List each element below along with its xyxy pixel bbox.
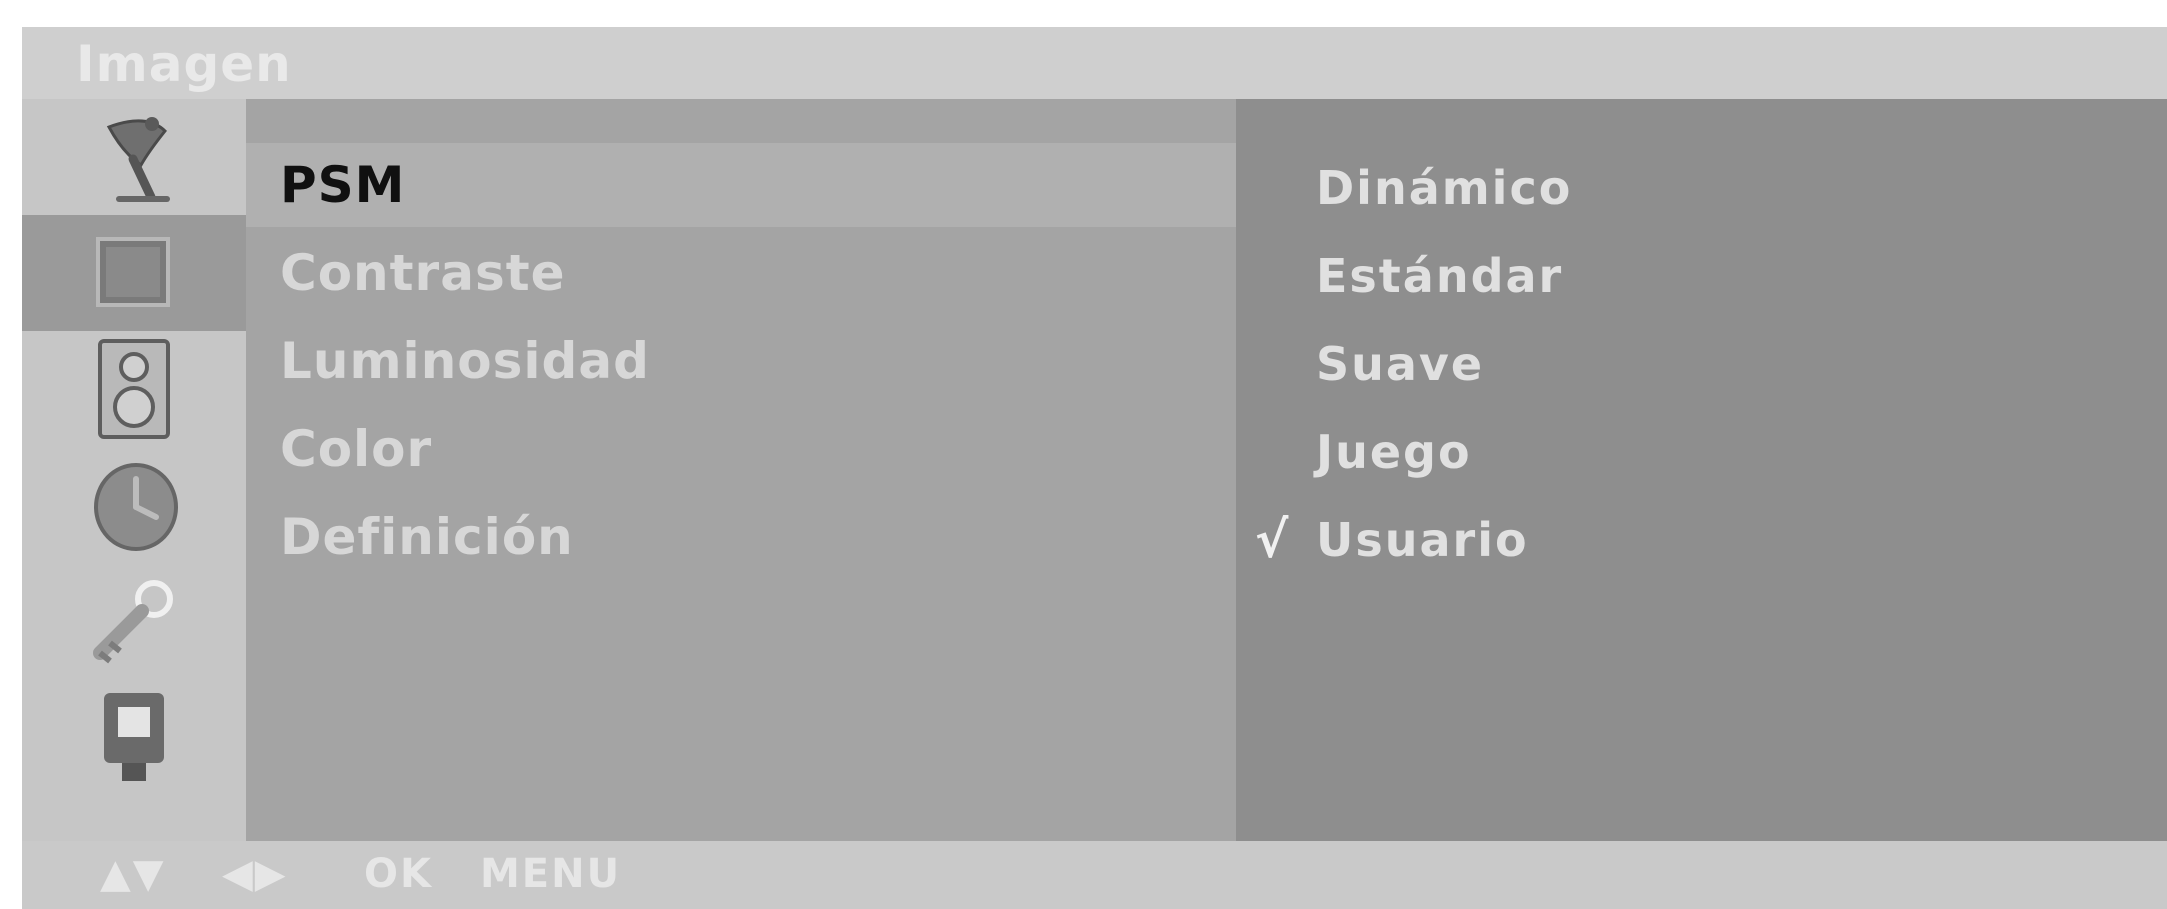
category-station[interactable] xyxy=(22,99,246,215)
picture-icon xyxy=(96,237,170,307)
category-input[interactable] xyxy=(22,679,246,795)
key-icon xyxy=(93,580,173,664)
satellite-dish-icon xyxy=(106,117,170,202)
menu-item-label: Contraste xyxy=(280,244,566,302)
ok-hint: OK xyxy=(364,851,433,897)
osd-menu: Imagen PSM Contraste Luminosidad Color D… xyxy=(22,27,2167,909)
menu-hint: MENU xyxy=(480,851,622,897)
menu-title-bar: Imagen xyxy=(22,27,2167,99)
psm-option-dinamico[interactable]: Dinámico xyxy=(1236,148,2167,228)
option-label: Dinámico xyxy=(1316,161,1573,215)
menu-item-definicion[interactable]: Definición xyxy=(246,495,1236,579)
menu-item-label: Luminosidad xyxy=(280,332,650,390)
menu-item-label: Definición xyxy=(280,508,574,566)
psm-option-suave[interactable]: Suave xyxy=(1236,324,2167,404)
psm-options-panel: Dinámico Estándar Suave Juego √ Usuario xyxy=(1236,99,2167,841)
category-audio[interactable] xyxy=(22,331,246,447)
leftright-arrows-hint: ◀▶ xyxy=(222,851,288,897)
option-label: Suave xyxy=(1316,337,1485,391)
menu-item-color[interactable]: Color xyxy=(246,407,1236,491)
menu-item-label: PSM xyxy=(280,156,406,214)
navigation-hint-bar: ▲▼ ◀▶ OK MENU xyxy=(22,841,2167,909)
category-lock[interactable] xyxy=(22,563,246,679)
menu-title: Imagen xyxy=(76,35,292,93)
psm-option-estandar[interactable]: Estándar xyxy=(1236,236,2167,316)
option-label: Estándar xyxy=(1316,249,1564,303)
input-plug-icon xyxy=(104,693,164,781)
picture-items-panel: PSM Contraste Luminosidad Color Definici… xyxy=(246,99,1236,841)
option-label: Juego xyxy=(1316,425,1472,479)
clock-icon xyxy=(94,463,178,551)
updown-arrows-hint: ▲▼ xyxy=(100,851,166,897)
psm-option-juego[interactable]: Juego xyxy=(1236,412,2167,492)
category-icon-column xyxy=(22,99,246,841)
menu-item-psm[interactable]: PSM xyxy=(246,143,1236,227)
category-picture[interactable] xyxy=(22,215,246,331)
menu-item-luminosidad[interactable]: Luminosidad xyxy=(246,319,1236,403)
menu-item-label: Color xyxy=(280,420,433,478)
check-icon: √ xyxy=(1255,511,1291,569)
menu-item-contraste[interactable]: Contraste xyxy=(246,231,1236,315)
speaker-icon xyxy=(98,339,170,439)
category-time[interactable] xyxy=(22,447,246,563)
option-label: Usuario xyxy=(1316,513,1529,567)
psm-option-usuario[interactable]: √ Usuario xyxy=(1236,500,2167,580)
